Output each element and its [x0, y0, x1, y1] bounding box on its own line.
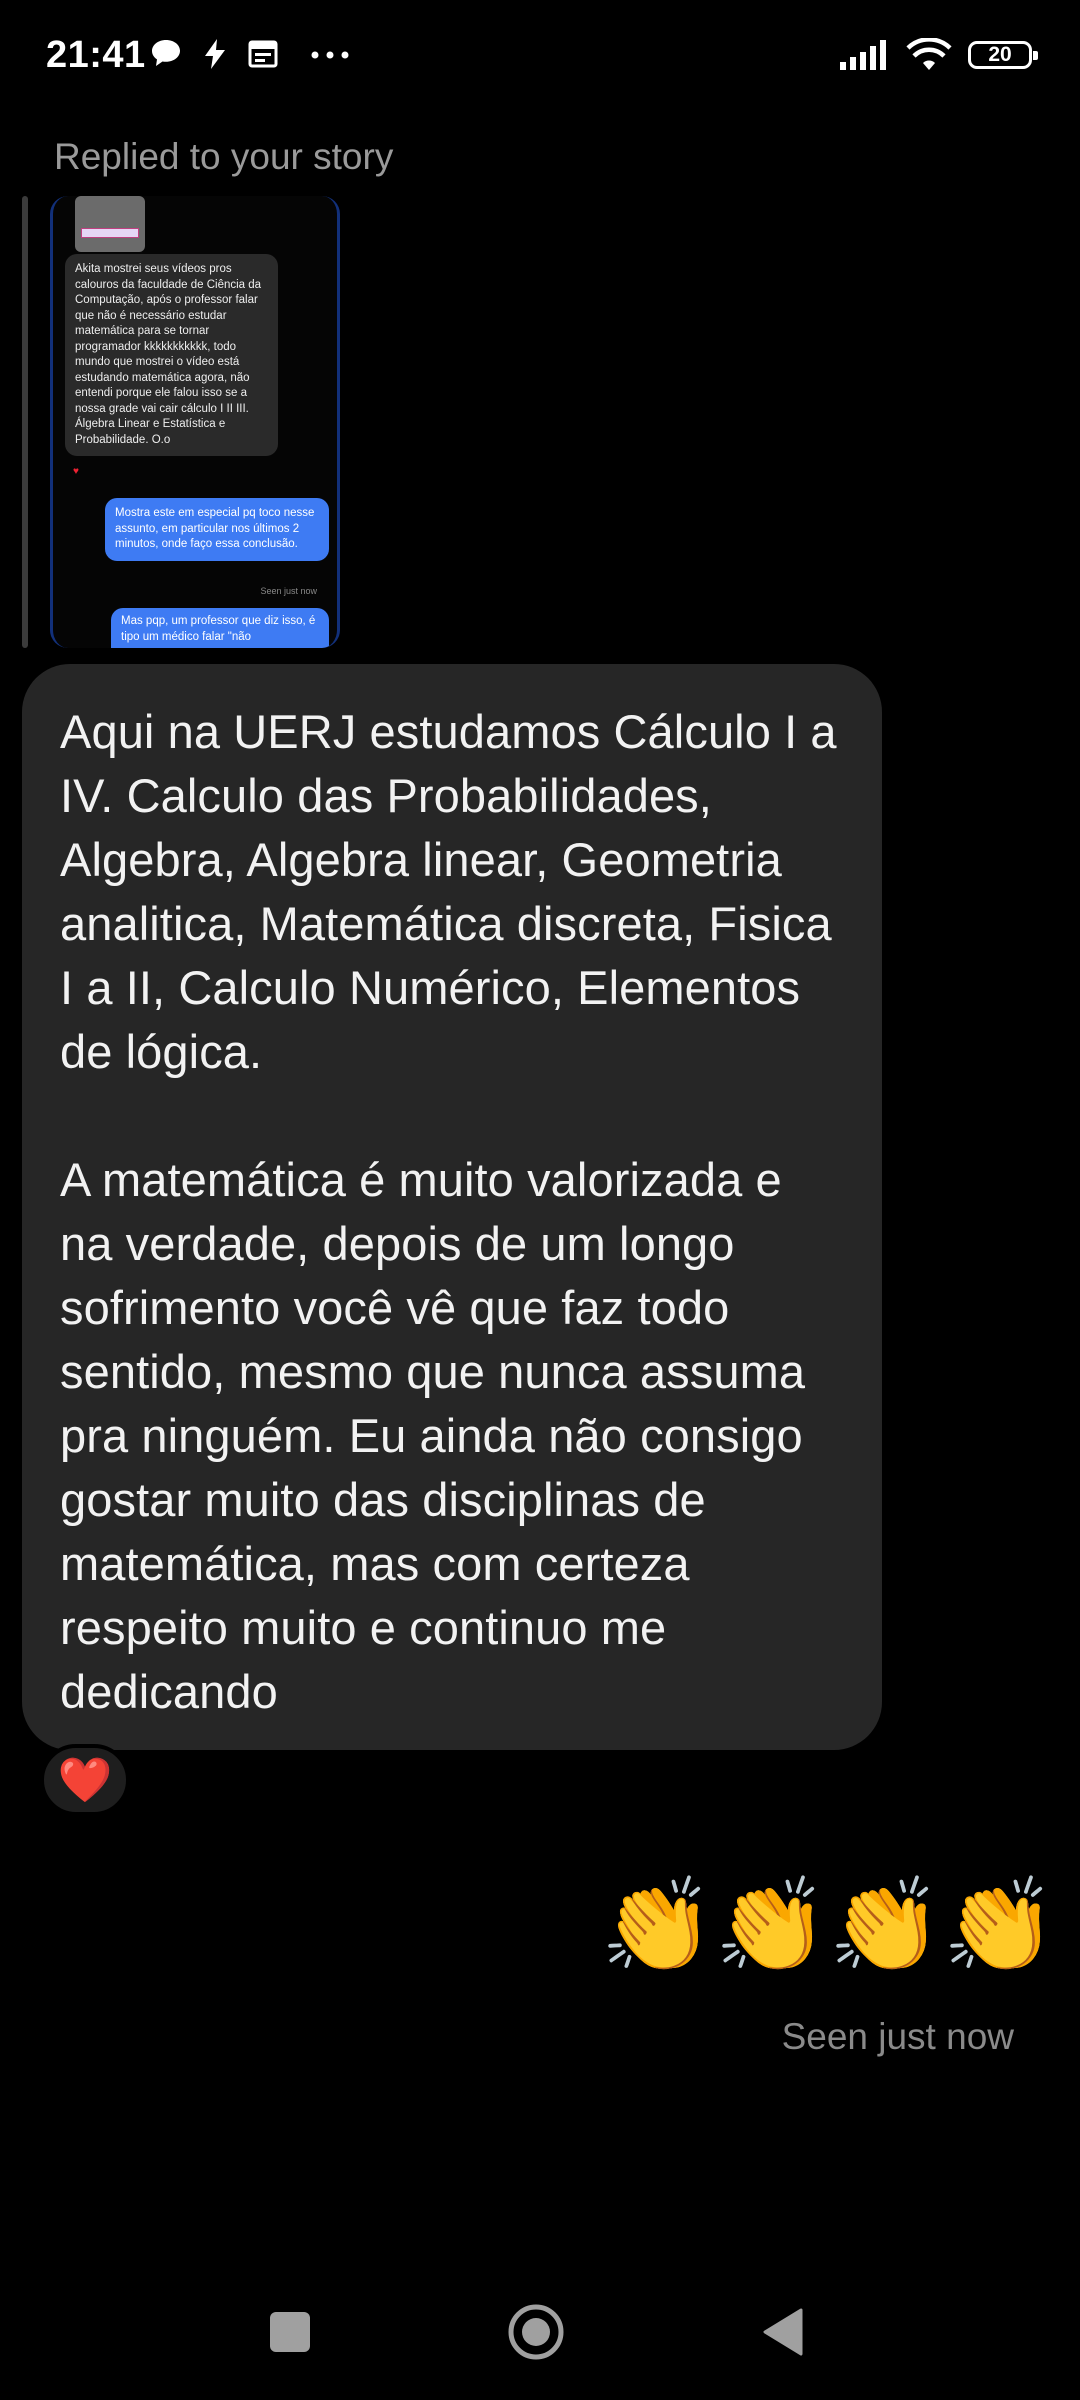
battery-icon: 20 — [968, 41, 1038, 69]
home-button[interactable] — [496, 2292, 576, 2372]
battery-level: 20 — [988, 43, 1012, 66]
clap-emoji: 👏 — [600, 1875, 715, 1977]
message-text: Aqui na UERJ estudamos Cálculo I a IV. C… — [60, 705, 837, 1718]
heart-icon: ♥ — [73, 466, 79, 477]
signal-icon — [840, 40, 886, 70]
clock: 21:41 — [46, 34, 146, 76]
heart-reaction-icon[interactable]: ❤️ — [40, 1744, 130, 1816]
story-seen-status: Seen just now — [260, 586, 317, 596]
navigation-bar — [0, 2270, 1080, 2400]
story-reply-indicator — [22, 196, 28, 648]
story-preview[interactable]: Akita mostrei seus vídeos pros calouros … — [50, 196, 340, 648]
seen-status: Seen just now — [781, 2016, 1014, 2057]
recents-square-icon — [270, 2312, 310, 2352]
message-bubble[interactable]: Aqui na UERJ estudamos Cálculo I a IV. C… — [22, 664, 882, 1750]
story-received-message: Akita mostrei seus vídeos pros calouros … — [65, 254, 278, 456]
reaction-emoji: ❤️ — [57, 1756, 113, 1805]
clap-emoji: 👏 — [828, 1875, 943, 1977]
more-dots-icon — [311, 51, 349, 59]
calendar-icon — [248, 40, 278, 68]
chat-bubble-icon — [152, 40, 180, 66]
home-circle-icon — [508, 2304, 564, 2360]
clap-emoji: 👏 — [942, 1875, 1057, 1977]
back-button[interactable] — [742, 2292, 822, 2372]
replied-to-story-label: Replied to your story — [54, 136, 394, 177]
back-triangle-icon — [763, 2308, 803, 2356]
recents-button[interactable] — [250, 2292, 330, 2372]
story-sent-message-2: Mas pqp, um professor que diz isso, é ti… — [111, 608, 329, 648]
story-sent-message: Mostra este em especial pq toco nesse as… — [105, 498, 329, 561]
story-attachment-thumbnail — [75, 196, 145, 252]
status-bar: 21:41 20 — [0, 0, 1080, 115]
bolt-icon — [205, 39, 225, 69]
clap-reply-message[interactable]: 👏 👏 👏 👏 — [600, 1872, 1057, 1980]
wifi-icon — [906, 38, 952, 70]
clap-emoji: 👏 — [714, 1875, 829, 1977]
